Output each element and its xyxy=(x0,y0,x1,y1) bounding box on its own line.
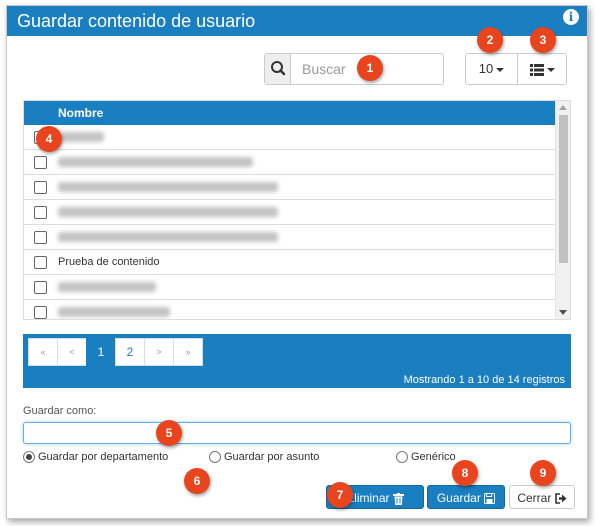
last-page-button[interactable]: » xyxy=(173,338,203,366)
callout-badge: 4 xyxy=(36,126,62,152)
next-page-button[interactable]: > xyxy=(144,338,174,366)
row-checkbox[interactable] xyxy=(34,181,47,194)
table-body: Prueba de contenido xyxy=(24,125,556,319)
redacted-text xyxy=(58,132,104,142)
columns-dropdown[interactable] xyxy=(518,54,566,84)
pagination: « < 1 2 > » xyxy=(28,338,203,366)
callout-badge: 9 xyxy=(530,460,556,486)
callout-badge: 1 xyxy=(357,55,383,81)
table-row[interactable] xyxy=(24,225,556,250)
callout-badge: 3 xyxy=(530,27,556,53)
table-row[interactable]: Prueba de contenido xyxy=(24,250,556,275)
row-checkbox[interactable] xyxy=(34,206,47,219)
save-label: Guardar xyxy=(436,491,481,505)
page-size-dropdown[interactable]: 10 xyxy=(466,54,518,84)
callout-badge: 8 xyxy=(452,460,478,486)
radio-label: Genérico xyxy=(411,451,456,463)
save-as-input[interactable] xyxy=(23,422,571,444)
search-box xyxy=(264,53,444,85)
table-header: Nombre xyxy=(24,101,556,125)
radio-button-selected[interactable] xyxy=(23,451,35,463)
callout-badge: 7 xyxy=(327,482,353,508)
redacted-text xyxy=(58,307,170,317)
scroll-down-arrow-icon[interactable] xyxy=(559,310,567,315)
previous-page-button[interactable]: < xyxy=(57,338,87,366)
callout-badge: 2 xyxy=(477,27,503,53)
table-row[interactable] xyxy=(24,175,556,200)
close-label: Cerrar xyxy=(517,491,552,505)
row-checkbox[interactable] xyxy=(34,281,47,294)
save-as-label: Guardar como: xyxy=(23,405,97,417)
sign-out-icon xyxy=(554,493,567,505)
redacted-text xyxy=(58,157,253,167)
table-scrollbar[interactable] xyxy=(555,101,570,319)
trash-icon xyxy=(392,492,404,505)
caret-down-icon xyxy=(546,67,555,72)
redacted-text xyxy=(58,282,156,292)
table-row[interactable] xyxy=(24,150,556,175)
table-row[interactable] xyxy=(24,300,556,319)
radio-button[interactable] xyxy=(396,451,408,463)
row-checkbox[interactable] xyxy=(34,306,47,319)
info-icon[interactable]: i xyxy=(563,9,579,25)
table-row[interactable] xyxy=(24,275,556,300)
caret-down-icon xyxy=(496,67,505,72)
content-table: Nombre Prueba de contenido xyxy=(23,100,571,320)
radio-generico[interactable]: Genérico xyxy=(396,450,466,464)
scrollbar-thumb[interactable] xyxy=(559,115,568,263)
first-page-button[interactable]: « xyxy=(28,338,58,366)
save-button[interactable]: Guardar xyxy=(427,485,505,509)
search-icon xyxy=(265,54,291,84)
page-size-value: 10 xyxy=(478,61,494,76)
redacted-text xyxy=(58,207,278,217)
page-1-button[interactable]: 1 xyxy=(86,338,116,366)
radio-label: Guardar por departamento xyxy=(38,451,169,463)
pagination-info: Mostrando 1 a 10 de 14 registros xyxy=(403,374,565,386)
save-user-content-dialog: Guardar contenido de usuario i 10 Nombre… xyxy=(6,5,588,519)
row-label: Prueba de contenido xyxy=(58,256,160,268)
list-icon xyxy=(529,63,544,76)
redacted-text xyxy=(58,232,278,242)
radio-label: Guardar por asunto xyxy=(224,451,320,463)
callout-badge: 5 xyxy=(156,420,182,446)
radio-por-asunto[interactable]: Guardar por asunto xyxy=(209,450,329,464)
row-checkbox[interactable] xyxy=(34,231,47,244)
table-row[interactable] xyxy=(24,200,556,225)
table-row[interactable] xyxy=(24,125,556,150)
dialog-title: Guardar contenido de usuario xyxy=(17,11,256,31)
row-checkbox[interactable] xyxy=(34,156,47,169)
pagination-bar: « < 1 2 > » Mostrando 1 a 10 de 14 regis… xyxy=(23,334,571,388)
row-checkbox[interactable] xyxy=(34,256,47,269)
table-options-group: 10 xyxy=(465,53,567,85)
redacted-text xyxy=(58,182,278,192)
page-2-button[interactable]: 2 xyxy=(115,338,145,366)
column-header-nombre[interactable]: Nombre xyxy=(58,101,103,125)
callout-badge: 6 xyxy=(184,468,210,494)
save-icon xyxy=(484,493,496,505)
radio-button[interactable] xyxy=(209,451,221,463)
radio-por-departamento[interactable]: Guardar por departamento xyxy=(23,450,173,464)
close-button[interactable]: Cerrar xyxy=(509,485,575,509)
scroll-up-arrow-icon[interactable] xyxy=(559,105,567,110)
